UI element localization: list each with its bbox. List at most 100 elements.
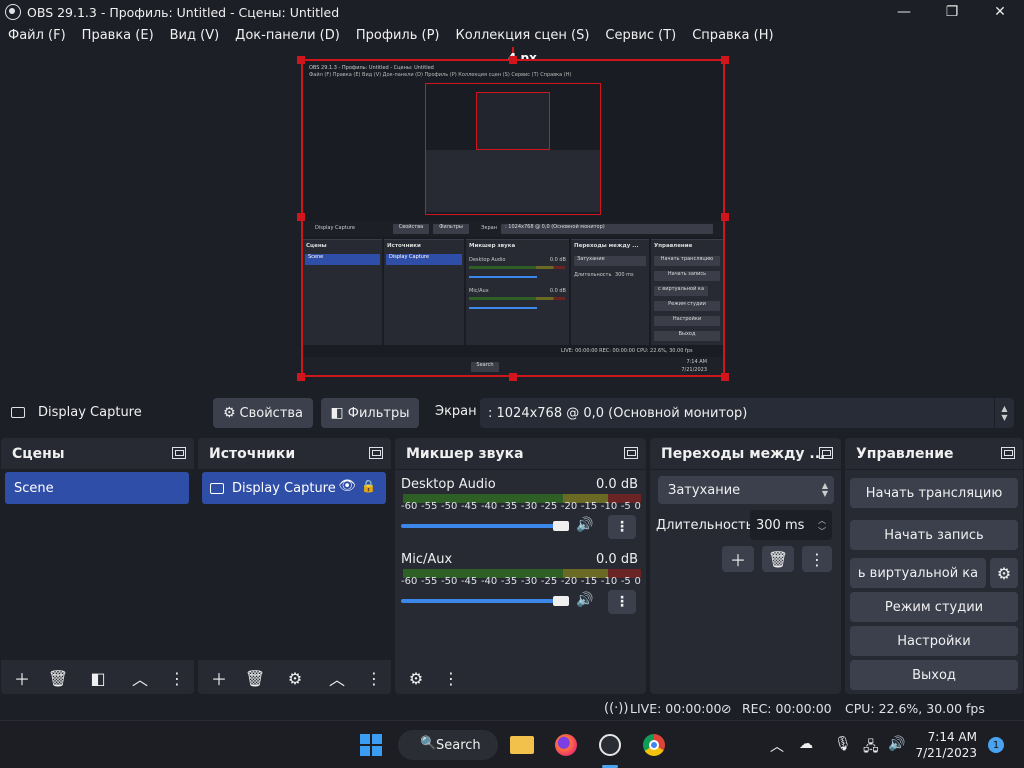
firefox-icon[interactable] [554,733,578,757]
undock-icon[interactable] [819,447,833,459]
cloud-offline-icon[interactable]: ☁ [799,736,813,752]
menu-view[interactable]: Вид (V) [162,28,228,43]
start-recording-button[interactable]: Начать запись [850,520,1018,550]
maximize-button[interactable]: ❐ [928,0,976,24]
resize-handle-bottom-left[interactable] [297,373,305,381]
resize-handle-left[interactable] [297,213,305,221]
clock-time: 7:14 AM [927,730,977,744]
scenes-list[interactable]: Scene [1,470,194,660]
menu-profile[interactable]: Профиль (P) [348,28,448,43]
transition-menu-button[interactable]: ⋮ [802,546,832,572]
transition-select-value: Затухание [668,482,741,498]
undock-icon[interactable] [172,447,186,459]
menu-help[interactable]: Справка (H) [684,28,781,43]
more-vertical-icon: ⋮ [615,594,629,610]
resize-handle-top[interactable] [509,56,517,64]
eye-icon[interactable]: 👁 [338,478,356,494]
add-scene-button[interactable]: ＋ [7,664,37,692]
volume-slider-knob[interactable] [553,521,569,531]
notification-badge[interactable]: 1 [988,737,1004,753]
settings-button[interactable]: Настройки [850,626,1018,656]
start-virtual-camera-button[interactable]: ь виртуальной ка [850,558,986,588]
nested-start-record: Начать запись [654,271,720,281]
lock-icon[interactable]: 🔒 [361,479,376,493]
filters-label: Фильтры [347,405,410,421]
mixer-menu-button[interactable]: ⋮ [441,664,461,692]
source-item[interactable]: Display Capture 👁 🔒 [202,472,386,504]
resize-handle-right[interactable] [721,213,729,221]
file-explorer-icon[interactable] [510,733,534,757]
microphone-icon[interactable]: 🎙 [834,736,852,752]
minimize-button[interactable]: — [880,0,928,24]
undock-icon[interactable] [369,447,383,459]
remove-transition-button[interactable]: 🗑 [762,546,794,572]
menu-tools[interactable]: Сервис (T) [597,28,684,43]
chrome-icon[interactable] [642,733,666,757]
speaker-icon[interactable]: 🔊 [576,592,593,608]
chevron-up-icon[interactable]: ︿ [770,736,784,756]
transitions-dock-header: Переходы между ... [650,438,841,470]
virtual-camera-settings-button[interactable]: ⚙ [990,558,1018,588]
source-menu-button[interactable]: ⋮ [364,664,384,692]
tick-label: 0 [634,576,641,587]
resize-handle-bottom[interactable] [509,373,517,381]
tick-label: -15 [580,576,598,587]
nested-clock-time: 7:14 AM [686,359,707,365]
volume-slider-knob[interactable] [553,596,569,606]
tick-label: -5 [620,576,631,587]
remove-scene-button[interactable]: 🗑 [43,664,73,692]
windows-start-icon[interactable] [359,733,383,757]
status-bar: ((·)) LIVE: 00:00:00 ⊘ REC: 00:00:00 CPU… [0,696,1024,720]
menu-docks[interactable]: Док-панели (D) [227,28,348,43]
add-source-button[interactable]: ＋ [204,664,234,692]
filters-button[interactable]: ◧ Фильтры [321,398,419,428]
undock-icon[interactable] [1001,447,1015,459]
nested-mic-slider [469,307,537,309]
move-source-up-button[interactable]: ︿ [322,664,352,692]
sources-list[interactable]: Display Capture 👁 🔒 [198,470,391,660]
nested-transitions-dock: Переходы между ... Затухание Длительност… [571,239,649,345]
volume-slider[interactable] [401,524,566,528]
resize-handle-top-left[interactable] [297,56,305,64]
duration-input[interactable]: 300 ms ︿ ﹀ [750,510,832,540]
spin-arrows-icon[interactable]: ︿ ﹀ [818,515,826,537]
speaker-icon[interactable]: 🔊 [576,517,593,533]
preview-canvas[interactable]: 4 px OBS 29.1.3 - Профиль: Untitled - Сц… [0,46,1024,390]
window-title: OBS 29.1.3 - Профиль: Untitled - Сцены: … [27,4,340,20]
scene-filters-button[interactable]: ◧ [83,664,113,692]
studio-mode-button[interactable]: Режим студии [850,592,1018,622]
network-icon[interactable]: 🖧 [863,736,879,760]
taskbar-search[interactable]: 🔍 Search [398,730,498,760]
move-scene-up-button[interactable]: ︿ [125,664,155,692]
exit-button[interactable]: Выход [850,660,1018,690]
source-properties-button[interactable]: ⚙ [280,664,310,692]
close-button[interactable]: ✕ [976,0,1024,24]
channel-menu-button[interactable]: ⋮ [608,515,636,539]
resize-handle-top-right[interactable] [721,56,729,64]
transition-select[interactable]: Затухание ▲ ▼ [658,476,834,504]
display-capture-source[interactable]: OBS 29.1.3 - Профиль: Untitled - Сцены: … [301,59,725,377]
screen-select[interactable]: : 1024x768 @ 0,0 (Основной монитор) ▲ ▼ [480,398,1014,428]
start-streaming-button[interactable]: Начать трансляцию [850,478,1018,508]
cpu-fps: CPU: 22.6%, 30.00 fps [845,701,985,716]
menu-edit[interactable]: Правка (E) [74,28,162,43]
scene-item[interactable]: Scene [5,472,189,504]
remove-source-button[interactable]: 🗑 [240,664,270,692]
duration-label: Длительность [656,518,754,533]
undock-icon[interactable] [624,447,638,459]
scene-menu-button[interactable]: ⋮ [167,664,187,692]
trash-icon: 🗑 [767,549,789,569]
resize-handle-bottom-right[interactable] [721,373,729,381]
obs-taskbar-icon[interactable] [598,733,622,757]
properties-button[interactable]: ⚙ Свойства [213,398,313,428]
channel-db: 0.0 dB [596,477,638,492]
advanced-audio-button[interactable]: ⚙ [401,664,431,692]
menu-scene-collection[interactable]: Коллекция сцен (S) [447,28,597,43]
add-transition-button[interactable]: ＋ [722,546,754,572]
volume-icon[interactable]: 🔊 [888,736,905,752]
volume-slider[interactable] [401,599,566,603]
record-icon: ⊘ [721,701,732,716]
menu-file[interactable]: Файл (F) [0,28,74,43]
channel-menu-button[interactable]: ⋮ [608,590,636,614]
system-clock[interactable]: 7:14 AM 7/21/2023 [915,729,977,761]
